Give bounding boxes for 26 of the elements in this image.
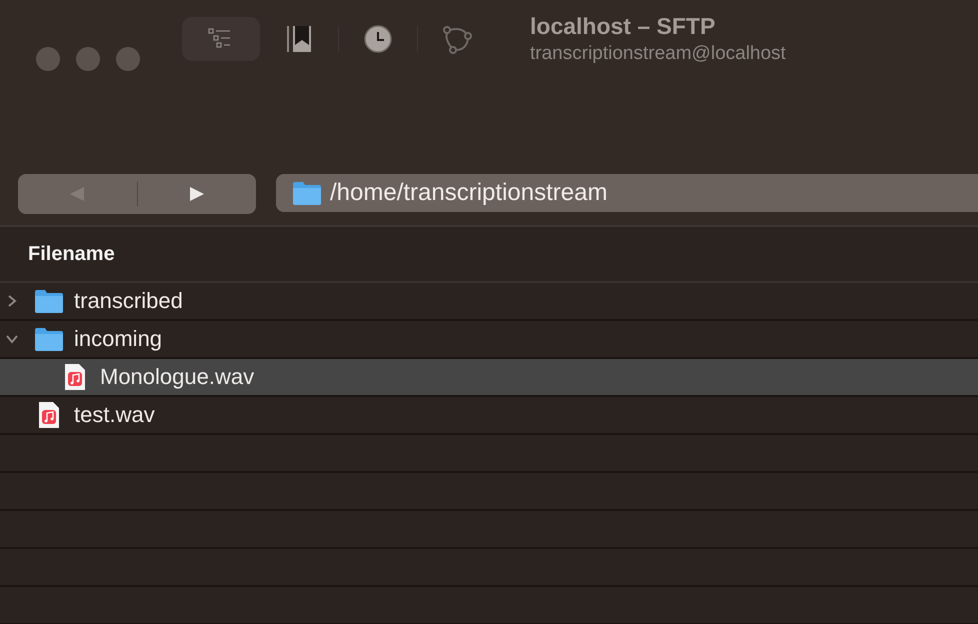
forward-icon — [188, 186, 205, 202]
path-field[interactable]: /home/transcriptionstream — [276, 174, 978, 212]
bookmark-icon — [286, 25, 312, 53]
filename: Monologue.wav — [100, 364, 254, 390]
file-row[interactable]: Monologue.wav — [0, 359, 978, 397]
clock-icon — [364, 25, 392, 53]
folder-icon — [34, 288, 64, 314]
music-file-icon — [38, 401, 60, 429]
network-icon — [442, 24, 472, 54]
close-button[interactable] — [36, 47, 60, 71]
folder-icon — [34, 326, 64, 352]
music-file-icon — [64, 363, 86, 391]
folder-icon — [292, 180, 322, 206]
file-row[interactable]: transcribed — [0, 283, 978, 321]
minimize-button[interactable] — [76, 47, 100, 71]
filename: incoming — [74, 326, 162, 352]
filename: transcribed — [74, 288, 183, 314]
filename: test.wav — [74, 402, 155, 428]
column-header[interactable]: Filename — [28, 242, 115, 266]
back-icon — [69, 186, 86, 202]
window-subtitle: transcriptionstream@localhost — [530, 43, 786, 65]
file-row[interactable]: test.wav — [0, 397, 978, 435]
path-text: /home/transcriptionstream — [330, 179, 608, 207]
toolbar-button[interactable] — [182, 17, 260, 61]
zoom-button[interactable] — [116, 47, 140, 71]
window-title: localhost – SFTP — [530, 13, 716, 40]
